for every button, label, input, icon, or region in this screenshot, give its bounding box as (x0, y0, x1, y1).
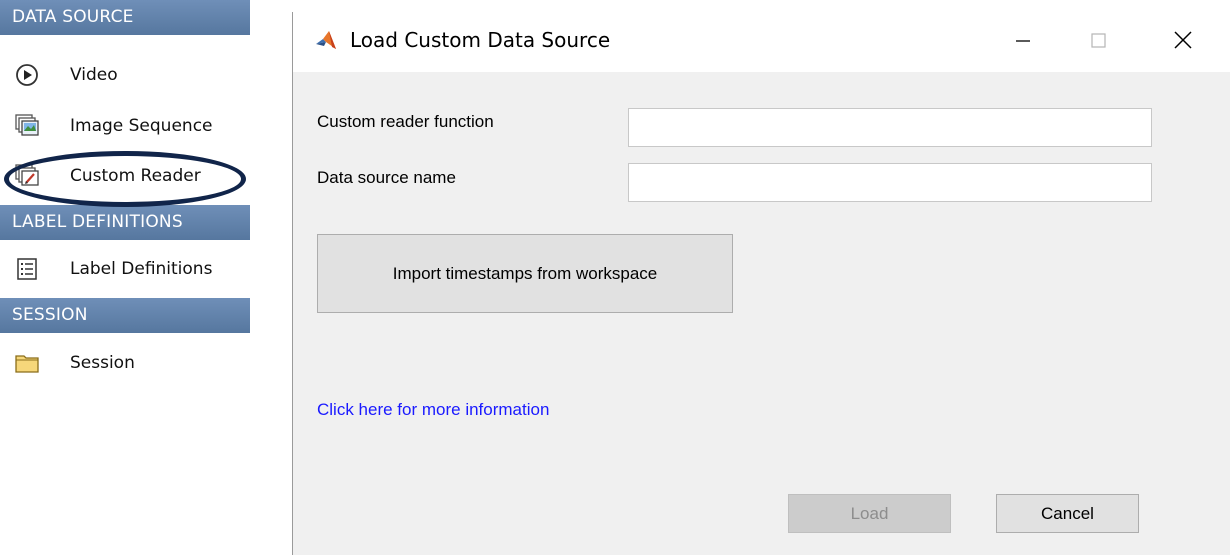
data-source-name-input[interactable] (628, 163, 1152, 202)
custom-reader-function-label: Custom reader function (317, 112, 494, 131)
close-button[interactable] (1153, 12, 1213, 68)
list-icon (13, 255, 41, 283)
title-bar[interactable]: Load Custom Data Source (293, 12, 1230, 72)
matlab-icon (314, 29, 338, 53)
image-stack-icon (13, 112, 41, 140)
load-button[interactable]: Load (788, 494, 951, 533)
custom-reader-icon (13, 162, 41, 190)
panel-item-label: Session (70, 353, 135, 373)
play-circle-icon (13, 61, 41, 89)
panel-item-label: Custom Reader (70, 166, 201, 186)
maximize-button[interactable] (1068, 12, 1128, 68)
dialog-title: Load Custom Data Source (350, 28, 611, 52)
section-header-session: SESSION (0, 298, 250, 333)
panel-item-label: Image Sequence (70, 116, 213, 136)
data-source-name-label: Data source name (317, 168, 456, 187)
panel-item-image-sequence[interactable]: Image Sequence (0, 103, 250, 149)
panel-item-label: Label Definitions (70, 259, 213, 279)
more-information-link[interactable]: Click here for more information (317, 400, 549, 420)
panel-item-custom-reader[interactable]: Custom Reader (0, 153, 250, 199)
maximize-icon (1091, 33, 1106, 48)
custom-reader-function-input[interactable] (628, 108, 1152, 147)
folder-icon (13, 349, 41, 377)
close-icon (1174, 31, 1192, 49)
panel-item-label-definitions[interactable]: Label Definitions (0, 246, 250, 292)
section-header-data-source: DATA SOURCE (0, 0, 250, 35)
import-timestamps-button[interactable]: Import timestamps from workspace (317, 234, 733, 313)
load-custom-data-source-dialog: Load Custom Data Source Custom reader fu… (292, 12, 1230, 555)
panel-item-session[interactable]: Session (0, 340, 250, 386)
left-panel: DATA SOURCE Video Image Sequence Custom … (0, 0, 250, 385)
minimize-icon (1016, 40, 1030, 42)
panel-item-label: Video (70, 65, 118, 85)
section-header-label-definitions: LABEL DEFINITIONS (0, 205, 250, 240)
minimize-button[interactable] (993, 12, 1053, 68)
cancel-button[interactable]: Cancel (996, 494, 1139, 533)
panel-item-video[interactable]: Video (0, 52, 250, 98)
